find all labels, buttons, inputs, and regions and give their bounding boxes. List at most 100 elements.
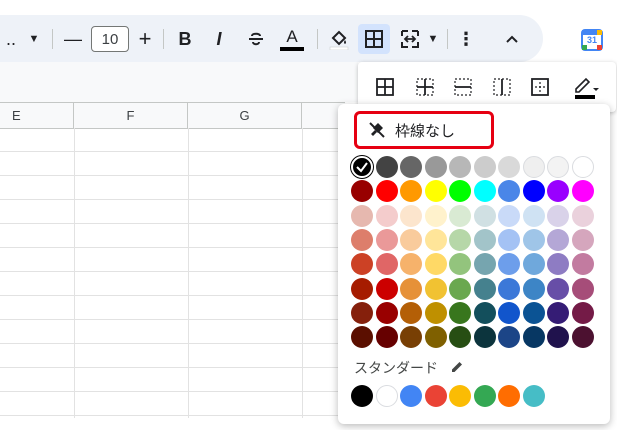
increase-font-size-button[interactable]: + [135,25,155,53]
more-options-button[interactable]: ⋮ [456,25,476,53]
color-swatch[interactable] [498,156,520,178]
color-swatch[interactable] [522,301,545,324]
color-swatch[interactable] [375,156,398,178]
color-swatch[interactable] [375,253,398,276]
color-swatch[interactable] [522,204,545,227]
color-swatch[interactable] [351,277,373,300]
color-swatch[interactable] [424,301,447,324]
color-swatch[interactable] [449,326,471,349]
color-swatch[interactable] [571,301,594,324]
color-swatch[interactable] [351,326,373,349]
color-swatch[interactable] [498,204,520,227]
color-swatch[interactable] [449,156,471,178]
color-swatch[interactable] [547,277,569,300]
standard-color-swatch[interactable] [449,385,471,407]
color-swatch[interactable] [400,180,422,203]
all-borders-icon[interactable] [375,77,395,97]
standard-color-swatch[interactable] [424,385,447,407]
color-swatch[interactable] [449,228,471,251]
standard-color-swatch[interactable] [351,385,373,407]
color-swatch[interactable] [522,277,545,300]
color-swatch[interactable] [473,228,496,251]
color-swatch[interactable] [449,204,471,227]
color-swatch[interactable] [498,277,520,300]
color-swatch[interactable] [522,228,545,251]
column-header-f[interactable]: F [74,103,188,128]
decrease-font-size-button[interactable]: — [64,25,82,53]
color-swatch[interactable] [375,228,398,251]
color-swatch[interactable] [449,301,471,324]
bold-button[interactable]: B [174,25,196,53]
color-swatch[interactable] [351,301,373,324]
standard-color-swatch[interactable] [375,385,398,407]
color-swatch[interactable] [473,277,496,300]
color-swatch[interactable] [547,253,569,276]
color-swatch[interactable] [375,326,398,349]
color-swatch[interactable] [400,277,422,300]
color-swatch[interactable] [547,156,569,178]
more-formats-button[interactable]: .. [4,25,18,53]
color-swatch[interactable] [571,277,594,300]
color-swatch[interactable] [571,156,594,178]
color-swatch[interactable] [424,326,447,349]
color-swatch[interactable] [498,253,520,276]
color-swatch[interactable] [449,253,471,276]
color-swatch[interactable] [547,180,569,203]
vertical-borders-icon[interactable] [492,77,512,97]
outer-borders-icon[interactable] [530,77,550,97]
color-swatch[interactable] [522,253,545,276]
color-swatch[interactable] [547,228,569,251]
inner-borders-icon[interactable] [415,77,435,97]
standard-color-swatch[interactable] [498,385,520,407]
color-swatch[interactable] [547,301,569,324]
column-header-g[interactable]: G [188,103,302,128]
font-size-input[interactable]: 10 [91,26,129,52]
color-swatch[interactable] [375,301,398,324]
color-swatch[interactable] [400,156,422,178]
color-swatch[interactable] [571,180,594,203]
edit-pencil-icon[interactable] [450,360,464,374]
standard-color-swatch[interactable] [473,385,496,407]
collapse-toolbar-button[interactable] [500,25,524,53]
color-swatch[interactable] [424,180,447,203]
color-swatch[interactable] [571,204,594,227]
color-swatch[interactable] [449,180,471,203]
color-swatch[interactable] [351,228,373,251]
color-swatch[interactable] [424,277,447,300]
color-swatch[interactable] [424,228,447,251]
color-swatch[interactable] [400,204,422,227]
color-swatch[interactable] [351,180,373,203]
color-swatch[interactable] [375,180,398,203]
horizontal-borders-icon[interactable] [453,77,473,97]
color-swatch[interactable] [351,204,373,227]
borders-button[interactable] [358,24,390,54]
calendar-icon[interactable]: 31 [581,29,603,51]
no-border-option[interactable]: 枠線なし [354,111,494,149]
color-swatch[interactable] [424,204,447,227]
color-swatch[interactable] [498,326,520,349]
color-swatch[interactable] [473,156,496,178]
color-swatch[interactable] [424,156,447,178]
color-swatch[interactable] [400,253,422,276]
color-swatch[interactable] [571,326,594,349]
color-swatch[interactable] [400,228,422,251]
color-swatch[interactable] [547,204,569,227]
color-swatch[interactable] [547,326,569,349]
standard-color-swatch[interactable] [522,385,545,407]
color-swatch[interactable] [473,180,496,203]
color-swatch[interactable] [351,253,373,276]
strikethrough-button[interactable] [244,25,268,53]
color-swatch[interactable] [400,301,422,324]
text-color-button[interactable]: A [279,25,305,53]
merge-cells-button[interactable] [398,25,422,53]
fill-color-button[interactable] [326,25,352,53]
color-swatch[interactable] [498,301,520,324]
chevron-down-icon[interactable]: ▼ [26,25,42,53]
color-swatch[interactable] [522,156,545,178]
color-swatch[interactable] [400,326,422,349]
color-swatch[interactable] [473,326,496,349]
color-swatch[interactable] [375,277,398,300]
color-swatch[interactable] [473,301,496,324]
color-swatch[interactable] [449,277,471,300]
color-swatch[interactable] [571,253,594,276]
